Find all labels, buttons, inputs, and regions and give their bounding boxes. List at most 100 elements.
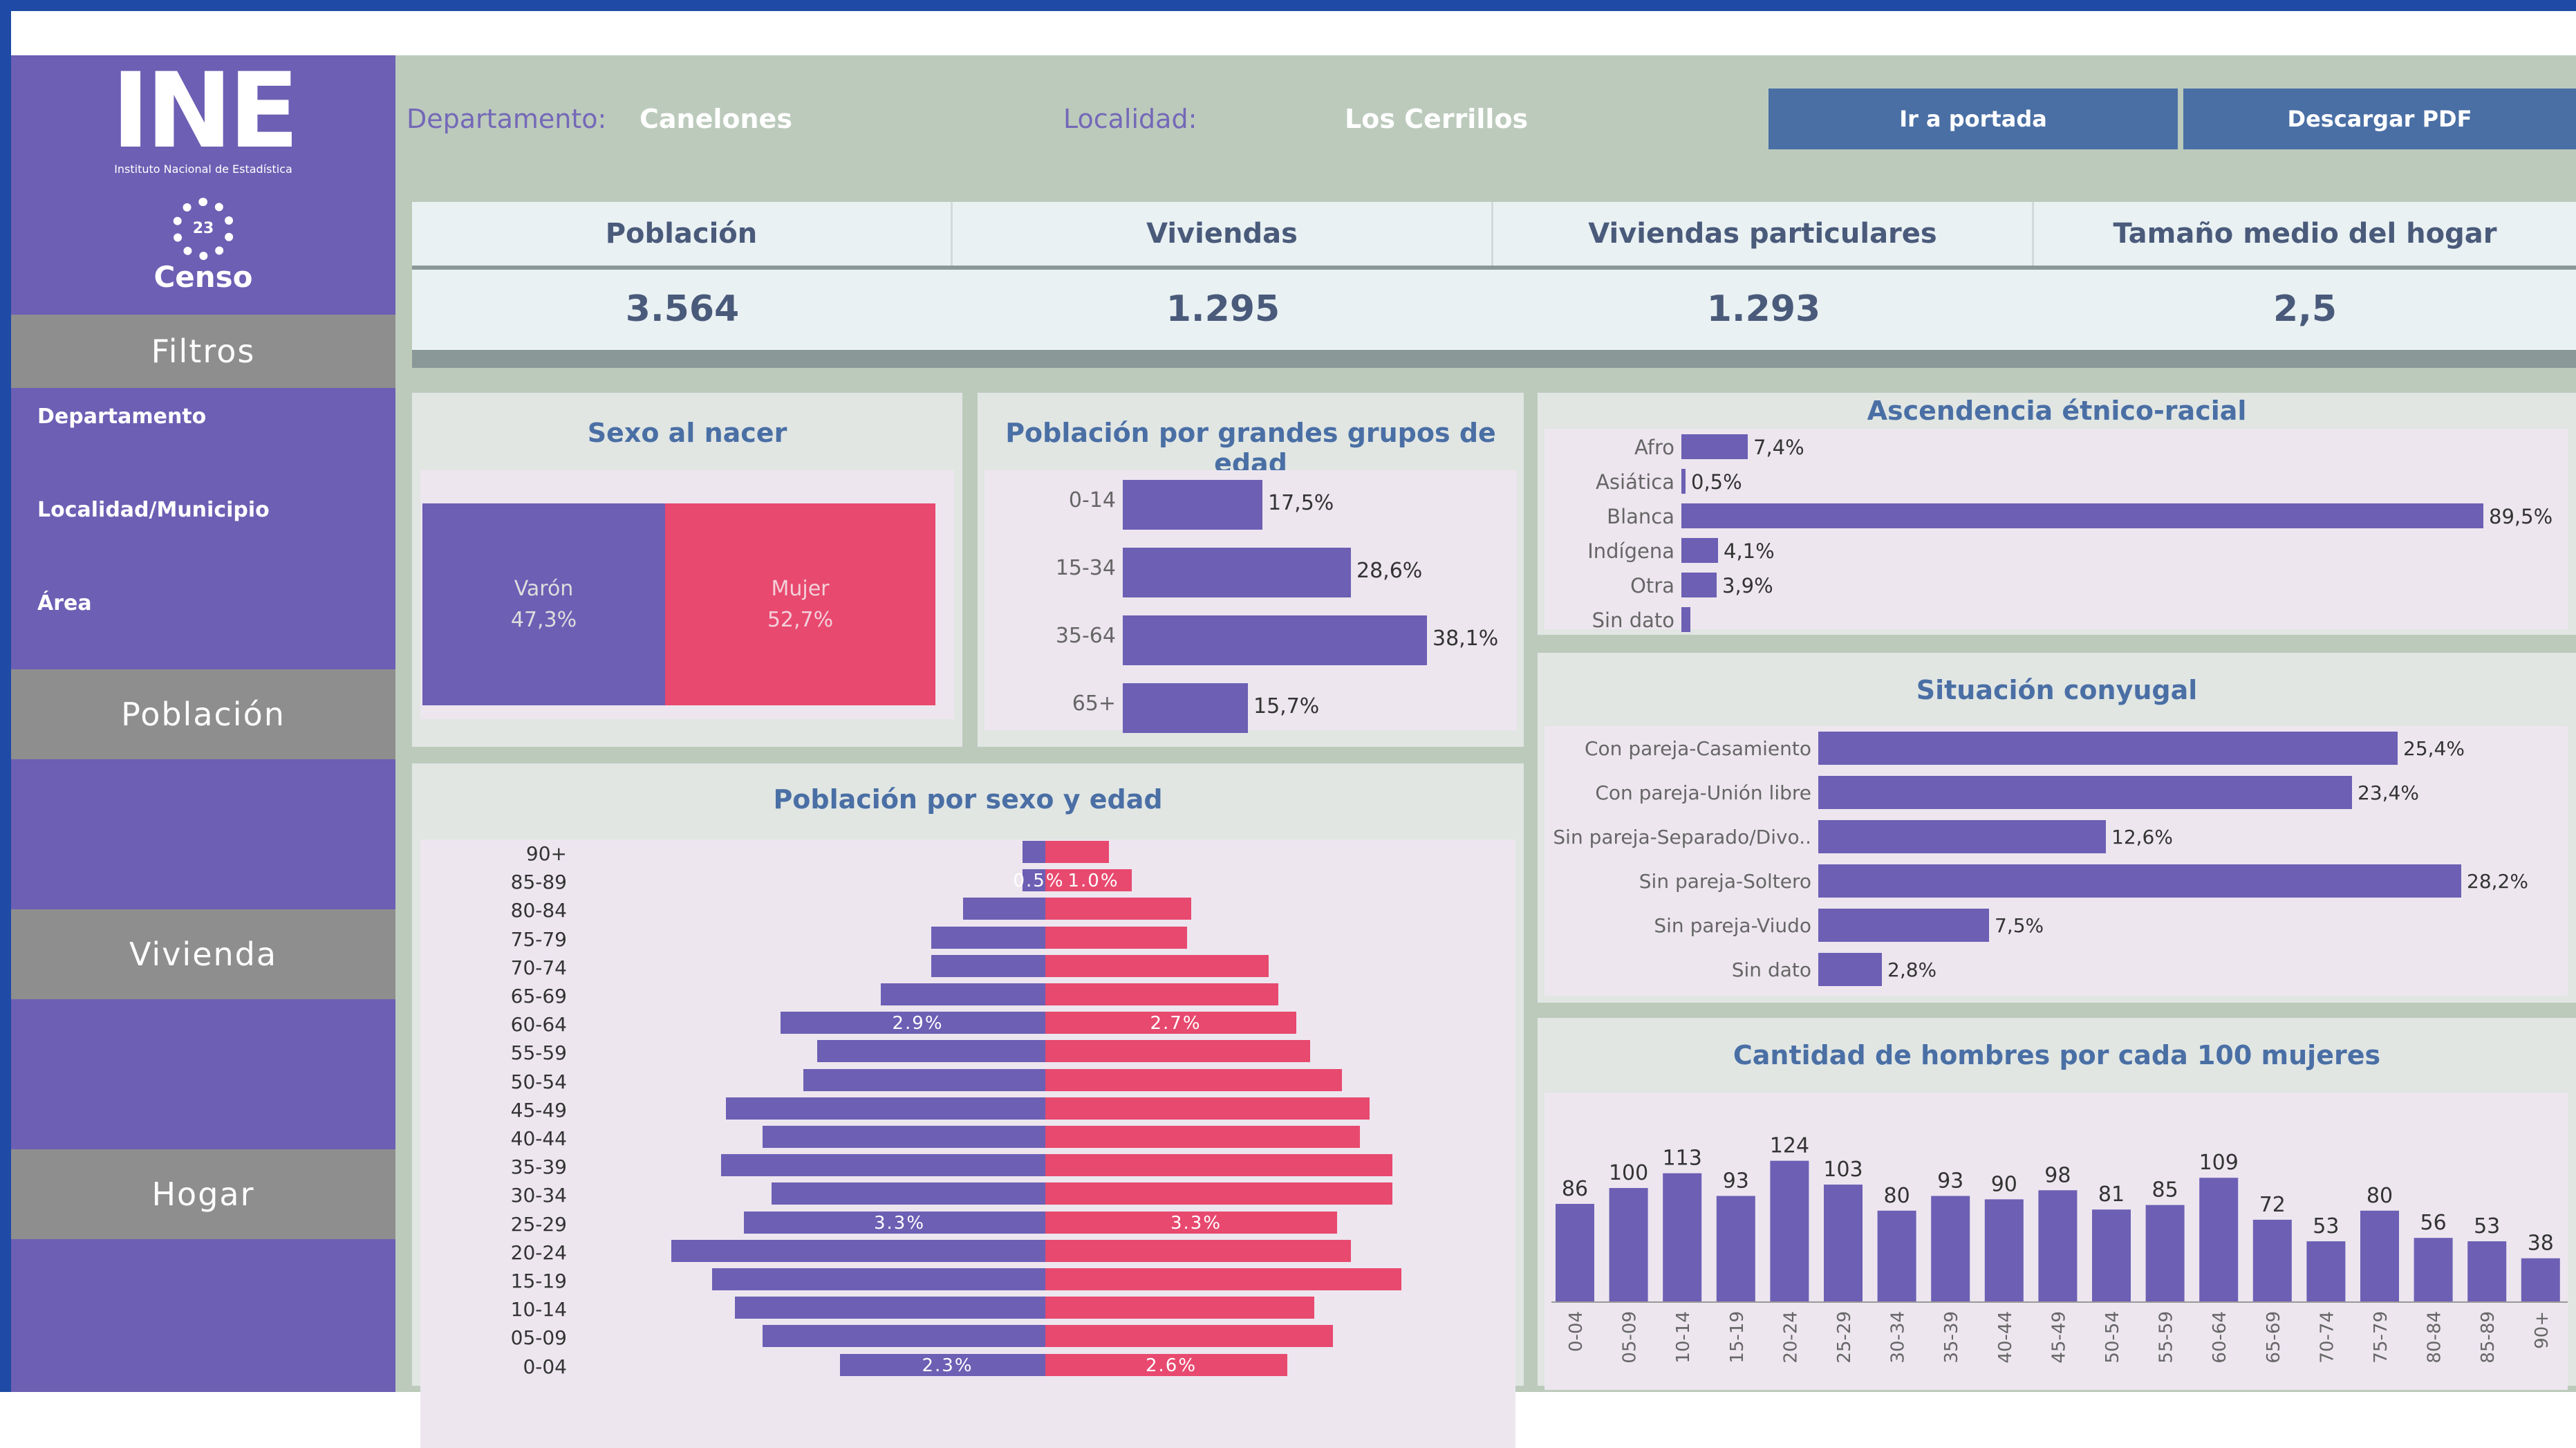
etnia-title: Ascendencia étnico-racial — [1867, 396, 2247, 426]
pyramid-male-bar — [712, 1268, 1045, 1290]
pyramid-female-bar — [1045, 1097, 1370, 1120]
kpi-tamano-hogar-value: 2,5 — [2272, 288, 2337, 330]
marital-status-bar — [1818, 909, 1989, 942]
pyramid-male-bar — [772, 1182, 1045, 1205]
pyramid-female-bar — [1045, 841, 1109, 863]
ratio-bar — [1663, 1173, 1702, 1301]
pyramid-female-label: 2.6% — [1146, 1355, 1197, 1376]
filter-departamento[interactable]: Departamento — [37, 405, 206, 429]
ethnicity-value: 0,5% — [1691, 470, 1742, 494]
ratio-bar — [1877, 1210, 1916, 1301]
pyramid-age-label: 90+ — [525, 842, 567, 865]
ratio-tick-label: 55-59 — [2156, 1311, 2177, 1364]
ratio-bar — [1824, 1185, 1863, 1301]
ratio-tick-label: 75-79 — [2371, 1311, 2391, 1364]
varon-label: Varón — [514, 577, 574, 601]
pyramid-age-label: 50-54 — [510, 1070, 567, 1093]
pyramid-male-bar — [803, 1069, 1045, 1091]
kpi-poblacion-label: Población — [412, 202, 953, 266]
varon-block[interactable]: Varón 47,3% — [422, 503, 665, 705]
mujer-block[interactable]: Mujer 52,7% — [665, 503, 935, 705]
pyramid-male-bar — [763, 1126, 1045, 1148]
ratio-tick-label: 05-09 — [1620, 1311, 1641, 1364]
pyramid-female-bar — [1045, 955, 1269, 977]
marital-status-value: 23,4% — [2358, 781, 2419, 804]
marital-status-value: 25,4% — [2403, 737, 2465, 760]
localidad-label: Localidad: — [1063, 104, 1197, 134]
conyugal-plot — [1544, 726, 2568, 996]
ethnicity-value: 3,9% — [1722, 574, 1773, 597]
filter-area[interactable]: Área — [37, 591, 92, 615]
pyramid-female-bar — [1045, 1126, 1360, 1148]
nav-hogar[interactable]: Hogar — [11, 1149, 395, 1239]
ratio-value-label: 100 — [1609, 1161, 1648, 1185]
pyramid-female-bar — [1045, 1040, 1310, 1062]
nav-vivienda[interactable]: Vivienda — [11, 909, 395, 999]
age-group-label: 15-34 — [1055, 556, 1116, 580]
ethnicity-label: Otra — [1630, 574, 1674, 597]
age-group-value: 15,7% — [1253, 694, 1320, 718]
ethnicity-value: 7,4% — [1753, 436, 1804, 459]
pyramid-male-bar — [735, 1297, 1045, 1319]
ethnicity-bar — [1681, 469, 1686, 494]
pyramid-male-bar — [1023, 841, 1045, 863]
pyramid-male-bar — [726, 1097, 1045, 1120]
pyramid-male-label: 0.5% — [1013, 871, 1065, 891]
marital-status-bar — [1818, 864, 2461, 898]
descargar-pdf-button[interactable]: Descargar PDF — [2183, 89, 2576, 149]
ratio-bar — [2467, 1241, 2507, 1301]
ratio-value-label: 109 — [2199, 1151, 2239, 1175]
ratio-value-label: 85 — [2152, 1178, 2178, 1203]
ratio-tick-label: 40-44 — [1995, 1311, 2016, 1364]
nav-poblacion[interactable]: Población — [11, 669, 395, 759]
pyramid-age-label: 35-39 — [510, 1155, 567, 1178]
marital-status-bar — [1818, 820, 2106, 853]
marital-status-label: Con pareja-Casamiento — [1584, 737, 1811, 760]
grupos-edad-panel: Población por grandes grupos de edad 0-1… — [978, 393, 1524, 747]
kpi-strip: Población Viviendas Viviendas particular… — [412, 202, 2576, 368]
ethnicity-bar — [1681, 573, 1717, 597]
marital-status-label: Sin pareja-Separado/Divo.. — [1553, 826, 1811, 848]
ratio-bar — [2092, 1209, 2131, 1301]
ratio-tick-label: 50-54 — [2102, 1311, 2123, 1364]
filter-localidad[interactable]: Localidad/Municipio — [37, 498, 270, 522]
pyramid-male-bar — [763, 1325, 1045, 1347]
pyramid-age-label: 10-14 — [510, 1298, 567, 1321]
pyramid-age-label: 30-34 — [510, 1184, 567, 1207]
ratio-tick-label: 70-74 — [2317, 1311, 2337, 1364]
pyramid-age-label: 0-04 — [523, 1355, 567, 1378]
ratio-value-label: 86 — [1562, 1177, 1588, 1201]
ratio-value-label: 103 — [1823, 1158, 1863, 1182]
censo-logo-text: Censo — [153, 259, 253, 294]
ratio-bar — [2414, 1238, 2453, 1301]
pyramid-female-bar — [1045, 1069, 1342, 1091]
ratio-tick-label: 90+ — [2532, 1311, 2552, 1349]
departamento-value: Canelones — [640, 104, 792, 134]
ir-a-portada-button[interactable]: Ir a portada — [1768, 89, 2178, 149]
pyramid-female-bar — [1045, 1154, 1392, 1176]
etnia-panel: Ascendencia étnico-racial Afro 7,4% Asiáti… — [1538, 393, 2576, 635]
kpi-viviendas-particulares-label: Viviendas particulares — [1493, 202, 2034, 266]
ratio-tick-label: 65-69 — [2264, 1311, 2284, 1364]
ine-logo-mark: INE — [111, 51, 299, 171]
localidad-value: Los Cerrillos — [1345, 104, 1529, 134]
ratio-tick-label: 45-49 — [2048, 1311, 2069, 1364]
pyramid-age-label: 25-29 — [510, 1213, 567, 1236]
pyramid-female-label: 2.7% — [1150, 1013, 1202, 1034]
sexo-title: Sexo al nacer — [587, 418, 787, 448]
pyramid-female-label: 1.0% — [1067, 871, 1119, 891]
censo-logo: 23 Censo — [11, 194, 395, 297]
age-group-label: 0-14 — [1068, 488, 1116, 512]
ine-logo[interactable]: INE Instituto Nacional de Estadística — [11, 55, 395, 183]
ratio-bar — [1770, 1160, 1809, 1301]
conyugal-title: Situación conyugal — [1916, 675, 2198, 705]
pyramid-female-bar — [1045, 898, 1191, 920]
kpi-tamano-hogar-label: Tamaño medio del hogar — [2113, 218, 2497, 250]
marital-status-value: 7,5% — [1995, 914, 2044, 937]
ethnicity-bar — [1681, 538, 1718, 563]
ratio-bar — [1931, 1196, 1970, 1301]
ethnicity-value: 4,1% — [1724, 539, 1775, 563]
age-group-value: 28,6% — [1356, 559, 1423, 583]
ratio-chart: 86 0-04 100 05-09 113 10-14 93 15-19 124 20-24 103… — [1551, 1134, 2568, 1364]
age-group-value: 38,1% — [1432, 626, 1499, 651]
